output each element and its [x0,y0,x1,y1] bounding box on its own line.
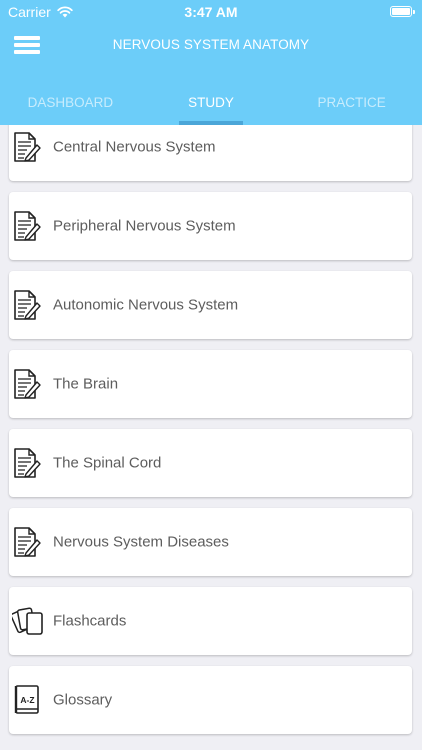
status-time: 3:47 AM [184,4,238,20]
page-title: NERVOUS SYSTEM ANATOMY [112,37,310,52]
list-item-label: Nervous System Diseases [53,533,229,551]
flashcards-icon [12,605,43,637]
document-edit-icon [12,368,42,400]
list-item-label: Glossary [53,691,113,709]
list-item-label: Autonomic Nervous System [53,296,239,314]
status-bar: Carrier 3:47 AM [0,0,422,24]
list-item-label: Peripheral Nervous System [53,217,236,235]
list-item-label: Flashcards [53,612,127,630]
list-item-autonomic-nervous-system[interactable]: Autonomic Nervous System [9,271,412,339]
list-item-glossary[interactable]: A-Z Glossary [9,666,412,734]
battery-icon [390,6,415,17]
study-topic-list: Central Nervous System Peripheral Nervou… [0,125,422,750]
list-item-label: Central Nervous System [53,138,216,156]
list-item-the-spinal-cord[interactable]: The Spinal Cord [9,429,412,497]
glossary-book-icon: A-Z [12,684,42,716]
document-edit-icon [12,526,42,558]
list-item-flashcards[interactable]: Flashcards [9,587,412,655]
list-item-label: The Spinal Cord [53,454,162,472]
document-edit-icon [12,131,42,163]
list-item-the-brain[interactable]: The Brain [9,350,412,418]
tab-practice[interactable]: PRACTICE [281,84,422,125]
glossary-icon-text: A-Z [20,695,34,705]
document-edit-icon [12,447,42,479]
document-edit-icon [12,289,42,321]
tab-bar: DASHBOARD STUDY PRACTICE [0,84,422,125]
list-item-peripheral-nervous-system[interactable]: Peripheral Nervous System [9,192,412,260]
tab-dashboard[interactable]: DASHBOARD [0,84,141,125]
list-item-label: The Brain [53,375,119,393]
app-header: Carrier 3:47 AM NERVOUS SYSTEM ANATOMY D… [0,0,422,125]
document-edit-icon [12,210,42,242]
list-item-nervous-system-diseases[interactable]: Nervous System Diseases [9,508,412,576]
tab-study[interactable]: STUDY [141,84,282,125]
list-item-central-nervous-system[interactable]: Central Nervous System [9,125,412,181]
